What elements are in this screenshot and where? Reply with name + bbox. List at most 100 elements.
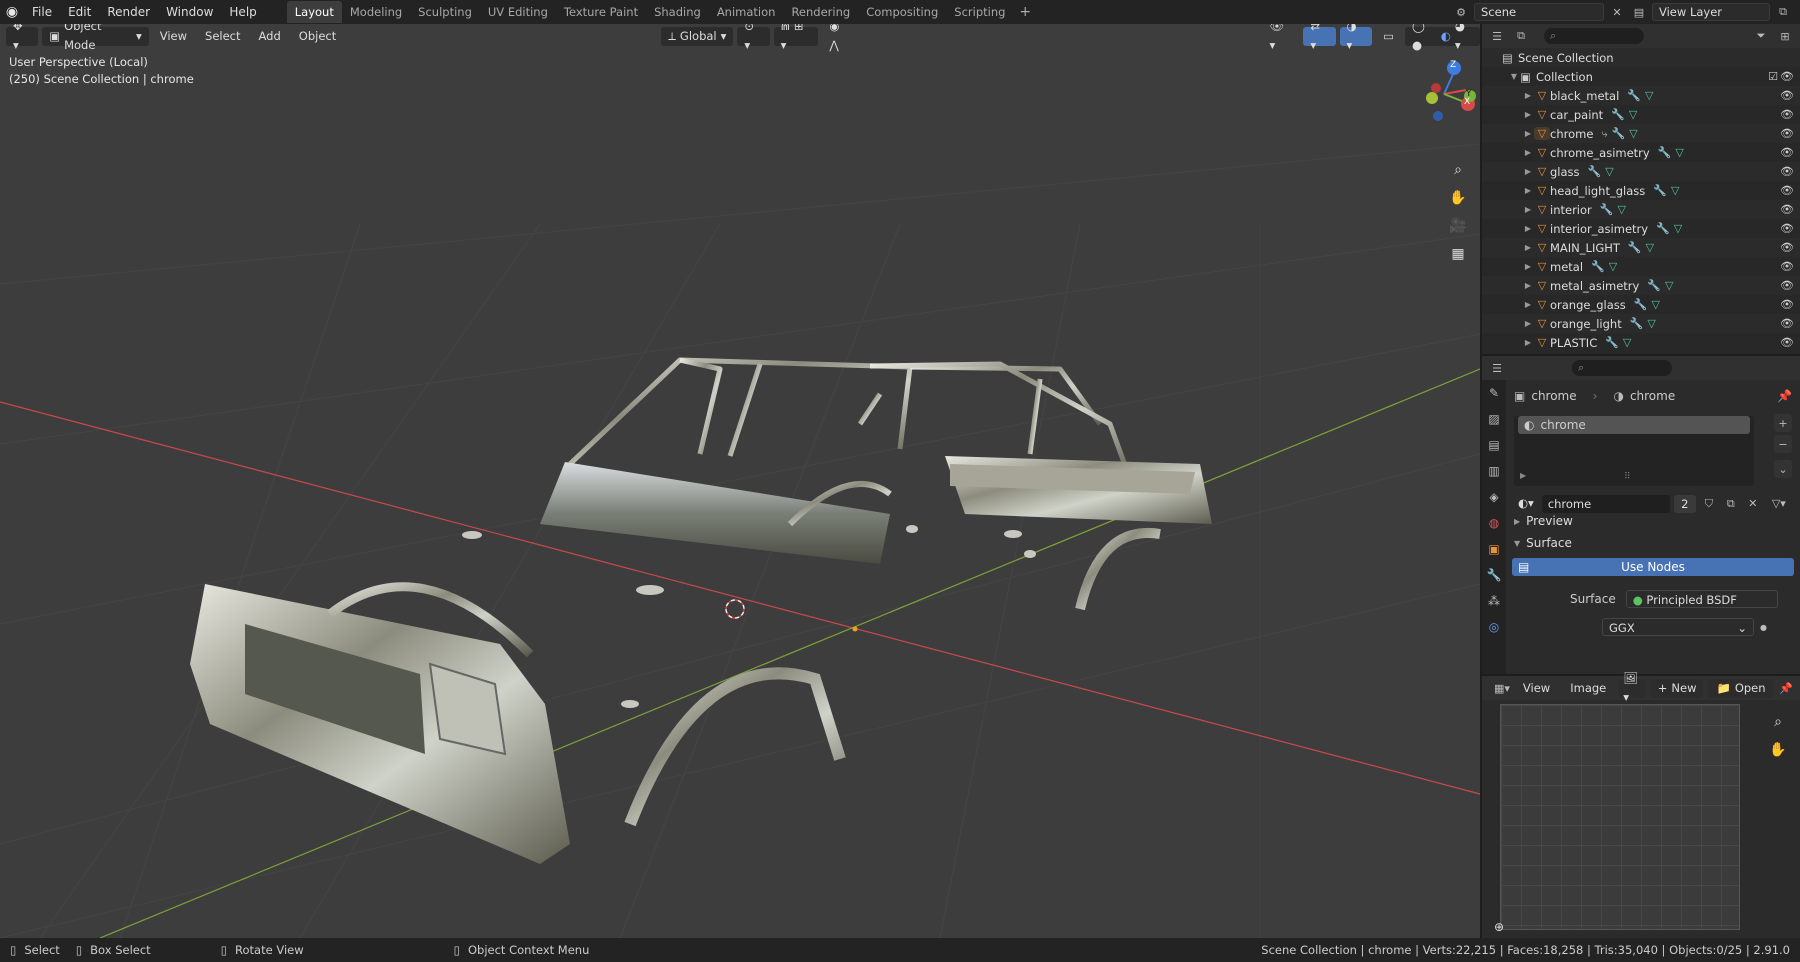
outliner-item[interactable]: ▶ ▽ interior 🔧 ▽ 👁: [1482, 200, 1800, 219]
pan-hand-icon[interactable]: ✋: [1446, 186, 1470, 210]
scene-tab-icon[interactable]: ◈: [1482, 484, 1506, 510]
add-slot-icon[interactable]: +: [1774, 414, 1792, 432]
outliner-search-input[interactable]: ⌕: [1544, 28, 1644, 44]
expand-arrow-icon[interactable]: ▶: [1522, 186, 1534, 195]
view-layer-icon[interactable]: ▤: [1630, 3, 1648, 21]
scene-icon[interactable]: ⚙: [1452, 3, 1470, 21]
menu-add[interactable]: Add: [252, 27, 288, 46]
remove-slot-icon[interactable]: −: [1774, 435, 1792, 453]
expand-arrow-icon[interactable]: ▶: [1520, 471, 1526, 480]
expand-arrow-icon[interactable]: ▶: [1522, 262, 1534, 271]
view-layer-options-icon[interactable]: ⧉: [1774, 3, 1792, 21]
material-slot-row[interactable]: ◐ chrome: [1518, 416, 1750, 434]
gizmo-toggle-button[interactable]: ⇄ ▾: [1303, 24, 1336, 52]
open-image-button[interactable]: 📁 Open: [1709, 678, 1773, 698]
outliner-item[interactable]: ▶ ▽ orange_glass 🔧 ▽ 👁: [1482, 295, 1800, 314]
expand-arrow-icon[interactable]: ▶: [1522, 110, 1534, 119]
outliner-item[interactable]: ▶ ▽ MAIN_LIGHT 🔧 ▽ 👁: [1482, 238, 1800, 257]
eye-icon[interactable]: 👁: [1780, 70, 1794, 83]
editor-type-button[interactable]: ✥ ▾: [6, 24, 39, 52]
outliner-item-active[interactable]: ▶ ▽ chrome ⤷ 🔧 ▽ 👁: [1482, 124, 1800, 143]
tab-animation[interactable]: Animation: [709, 1, 784, 23]
pivot-point-button[interactable]: ⊙ ▾: [737, 24, 770, 52]
physics-tab-icon[interactable]: ◎: [1482, 614, 1506, 640]
eye-icon[interactable]: 👁: [1780, 279, 1794, 292]
expand-arrow-icon[interactable]: ▶: [1522, 243, 1534, 252]
particles-tab-icon[interactable]: ⁂: [1482, 588, 1506, 614]
expand-arrow-icon[interactable]: ▶: [1522, 129, 1534, 138]
eye-icon[interactable]: 👁: [1780, 146, 1794, 159]
eye-icon[interactable]: 👁: [1780, 127, 1794, 140]
menu-file[interactable]: File: [24, 0, 60, 24]
eye-icon[interactable]: 👁: [1780, 203, 1794, 216]
pan-hand-icon[interactable]: ✋: [1766, 738, 1790, 762]
image-canvas-grid[interactable]: [1500, 704, 1740, 930]
2d-cursor-icon[interactable]: ⊕: [1494, 920, 1504, 934]
exclude-checkbox-icon[interactable]: ☑: [1768, 70, 1778, 83]
menu-edit[interactable]: Edit: [60, 0, 99, 24]
tab-modeling[interactable]: Modeling: [342, 1, 410, 23]
tab-scripting[interactable]: Scripting: [946, 1, 1013, 23]
slot-menu-chevron-icon[interactable]: ⌄: [1774, 460, 1792, 478]
menu-help[interactable]: Help: [221, 0, 264, 24]
menu-view[interactable]: View: [153, 27, 194, 46]
collection-row[interactable]: ▼ ▣ Collection ☑ 👁: [1482, 67, 1800, 86]
object-tab-icon[interactable]: ▣: [1482, 536, 1506, 562]
eye-icon[interactable]: 👁: [1780, 298, 1794, 311]
new-collection-icon[interactable]: ⊞: [1776, 27, 1794, 45]
distribution-select[interactable]: GGX ⌄: [1602, 618, 1754, 636]
menu-object[interactable]: Object: [292, 27, 343, 46]
xray-button[interactable]: ▭: [1376, 27, 1401, 46]
tab-texture-paint[interactable]: Texture Paint: [556, 1, 646, 23]
expand-arrow-icon[interactable]: ▶: [1522, 224, 1534, 233]
new-image-button[interactable]: + New: [1650, 678, 1704, 698]
display-mode-icon[interactable]: ⧉: [1512, 27, 1530, 45]
eye-icon[interactable]: 👁: [1780, 260, 1794, 273]
menu-select[interactable]: Select: [198, 27, 247, 46]
material-slot-list[interactable]: ◐ chrome ▶ ⠿: [1514, 416, 1754, 486]
3d-cursor-icon[interactable]: [725, 599, 745, 619]
eye-icon[interactable]: 👁: [1780, 184, 1794, 197]
view-layer-tab-icon[interactable]: ▥: [1482, 458, 1506, 484]
perspective-grid-icon[interactable]: ▦: [1446, 242, 1470, 266]
snap-button[interactable]: ⋒ ⊞ ▾: [773, 24, 819, 52]
expand-arrow-icon[interactable]: ▶: [1522, 281, 1534, 290]
eye-icon[interactable]: 👁: [1780, 222, 1794, 235]
tab-sculpting[interactable]: Sculpting: [410, 1, 480, 23]
outliner-item[interactable]: ▶ ▽ metal_asimetry 🔧 ▽ 👁: [1482, 276, 1800, 295]
close-scene-icon[interactable]: ✕: [1608, 3, 1626, 21]
expand-arrow-icon[interactable]: ▶: [1522, 319, 1534, 328]
use-nodes-button[interactable]: ▤ Use Nodes: [1512, 558, 1794, 576]
surface-shader-field[interactable]: ● Principled BSDF: [1625, 590, 1778, 608]
keyframe-dot-icon[interactable]: ●: [1760, 623, 1767, 632]
outliner-item[interactable]: ▶ ▽ metal 🔧 ▽ 👁: [1482, 257, 1800, 276]
outliner-item[interactable]: ▶ ▽ car_paint 🔧 ▽ 👁: [1482, 105, 1800, 124]
eye-icon[interactable]: 👁: [1780, 165, 1794, 178]
properties-search-input[interactable]: ⌕: [1572, 360, 1672, 376]
modifier-tab-icon[interactable]: 🔧: [1482, 562, 1506, 588]
outliner-item[interactable]: ▶ ▽ black_metal 🔧 ▽ 👁: [1482, 86, 1800, 105]
filter-icon[interactable]: ⏷: [1752, 27, 1770, 45]
outliner-editor-icon[interactable]: ☰: [1488, 27, 1506, 45]
menu-render[interactable]: Render: [99, 0, 158, 24]
menu-window[interactable]: Window: [158, 0, 221, 24]
resize-handle-icon[interactable]: ⠿: [1624, 472, 1631, 482]
transform-orientation-select[interactable]: ⟂ Global ▾: [661, 26, 734, 46]
surface-section-header[interactable]: ▼ Surface: [1506, 532, 1800, 554]
world-tab-icon[interactable]: ◍: [1482, 510, 1506, 536]
blender-logo-icon[interactable]: ◉: [0, 0, 24, 24]
eye-icon[interactable]: 👁: [1780, 108, 1794, 121]
expand-arrow-icon[interactable]: ▶: [1522, 148, 1534, 157]
browse-image-button[interactable]: 🖼▾: [1619, 671, 1645, 704]
navigation-gizmo[interactable]: Z X Y ⌕ ✋ 🎥 ▦: [1400, 54, 1480, 274]
properties-editor-icon[interactable]: ☰: [1488, 359, 1506, 377]
outliner-item[interactable]: ▶ ▽ orange_light 🔧 ▽ 👁: [1482, 314, 1800, 333]
shading-modes[interactable]: ◯ ● ◐ ◕ ▾: [1404, 24, 1480, 52]
expand-arrow-icon[interactable]: ▶: [1522, 167, 1534, 176]
tab-rendering[interactable]: Rendering: [783, 1, 858, 23]
tab-uv-editing[interactable]: UV Editing: [480, 1, 556, 23]
eye-icon[interactable]: 👁: [1780, 89, 1794, 102]
scene-field[interactable]: Scene: [1474, 3, 1604, 21]
mode-select[interactable]: ▣ Object Mode ▾: [42, 24, 149, 52]
expand-arrow-icon[interactable]: ▶: [1522, 300, 1534, 309]
